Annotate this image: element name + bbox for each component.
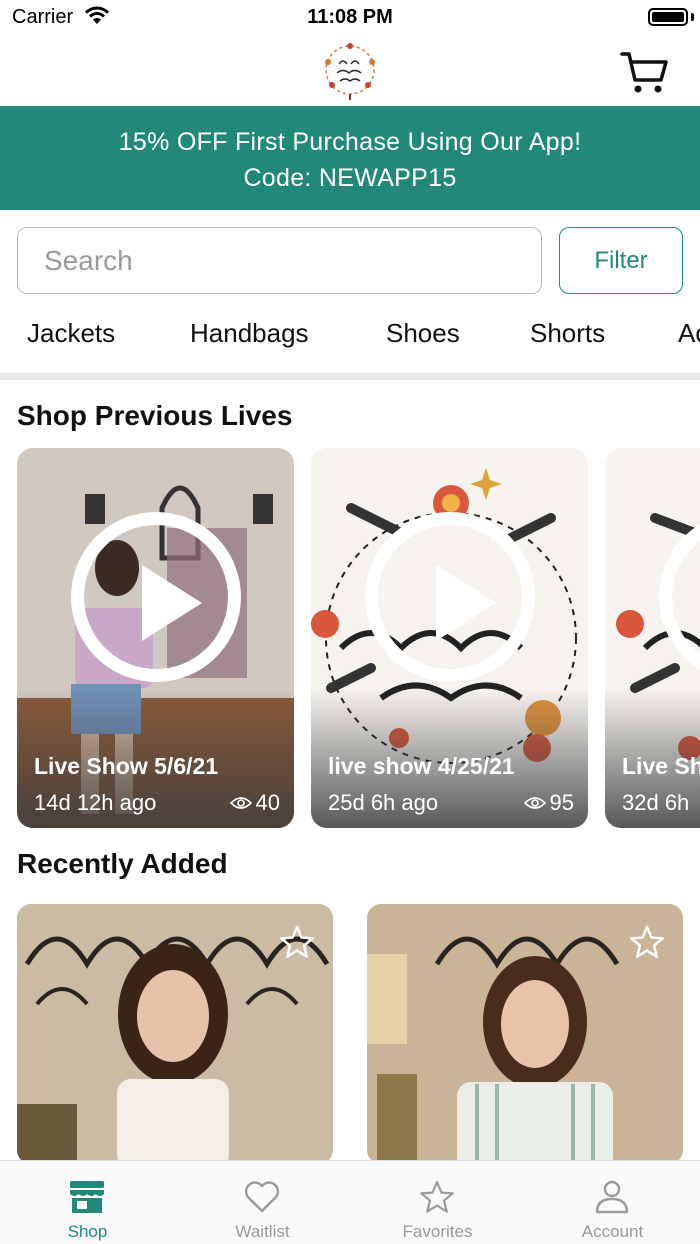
tab-label: Account [581,1222,644,1241]
promo-line-1: 15% OFF First Purchase Using Our App! [118,128,582,156]
tab-bar: Shop Waitlist Favorites Account [0,1160,700,1244]
boutique-logo-icon[interactable] [321,40,379,102]
star-icon[interactable] [629,924,665,960]
live-time-ago: 25d 6h ago [328,790,439,815]
section-divider [0,373,700,380]
live-views-count: 40 [255,790,280,815]
category-strip[interactable]: Jackets Handbags Shoes Shorts Ac [0,310,700,360]
product-card[interactable] [367,904,683,1164]
category-shorts[interactable]: Shorts [530,318,605,349]
recently-added-title: Recently Added [17,848,228,879]
play-icon[interactable] [365,512,535,682]
live-views-count: 95 [549,790,574,815]
app-header [0,36,700,106]
tab-waitlist[interactable]: Waitlist [175,1161,350,1244]
live-views: 95 [523,790,574,816]
live-time-ago: 32d 6h [622,790,690,815]
category-jackets[interactable]: Jackets [27,318,115,349]
category-accessories[interactable]: Ac [678,318,700,349]
star-icon[interactable] [279,924,315,960]
battery-icon [648,8,688,26]
live-title: Live Sh [622,753,700,779]
live-card[interactable]: Live Show 5/6/21 14d 12h ago 40 [17,448,294,828]
previous-lives-title: Shop Previous Lives [17,400,293,431]
eye-icon [229,797,252,809]
tab-label: Shop [67,1222,108,1241]
live-time-ago: 14d 12h ago [34,790,157,815]
tab-shop[interactable]: Shop [0,1161,175,1244]
eye-icon [523,797,546,809]
live-card[interactable]: live show 4/25/21 25d 6h ago 95 [311,448,588,828]
tab-label: Favorites [402,1222,473,1241]
play-icon[interactable] [71,512,241,682]
heart-icon [244,1181,280,1213]
cart-icon[interactable] [620,48,668,96]
live-title: live show 4/25/21 [328,753,515,779]
star-icon [420,1180,454,1213]
status-bar: Carrier 11:08 PM [0,0,700,36]
category-handbags[interactable]: Handbags [190,318,309,349]
status-time: 11:08 PM [307,6,393,28]
promo-banner[interactable]: 15% OFF First Purchase Using Our App! Co… [0,106,700,210]
live-title: Live Show 5/6/21 [34,753,219,779]
product-card[interactable] [17,904,333,1164]
filter-button[interactable]: Filter [559,227,683,294]
store-icon [70,1181,104,1213]
search-input[interactable] [17,227,542,294]
live-card[interactable]: Live Sh 32d 6h [605,448,700,828]
tab-account[interactable]: Account [525,1161,700,1244]
promo-code: Code: NEWAPP15 [243,164,457,192]
person-icon [595,1180,629,1214]
category-shoes[interactable]: Shoes [386,318,460,349]
tab-label: Waitlist [235,1222,290,1241]
battery-nub [691,13,694,21]
tab-favorites[interactable]: Favorites [350,1161,525,1244]
live-views: 40 [229,790,280,816]
